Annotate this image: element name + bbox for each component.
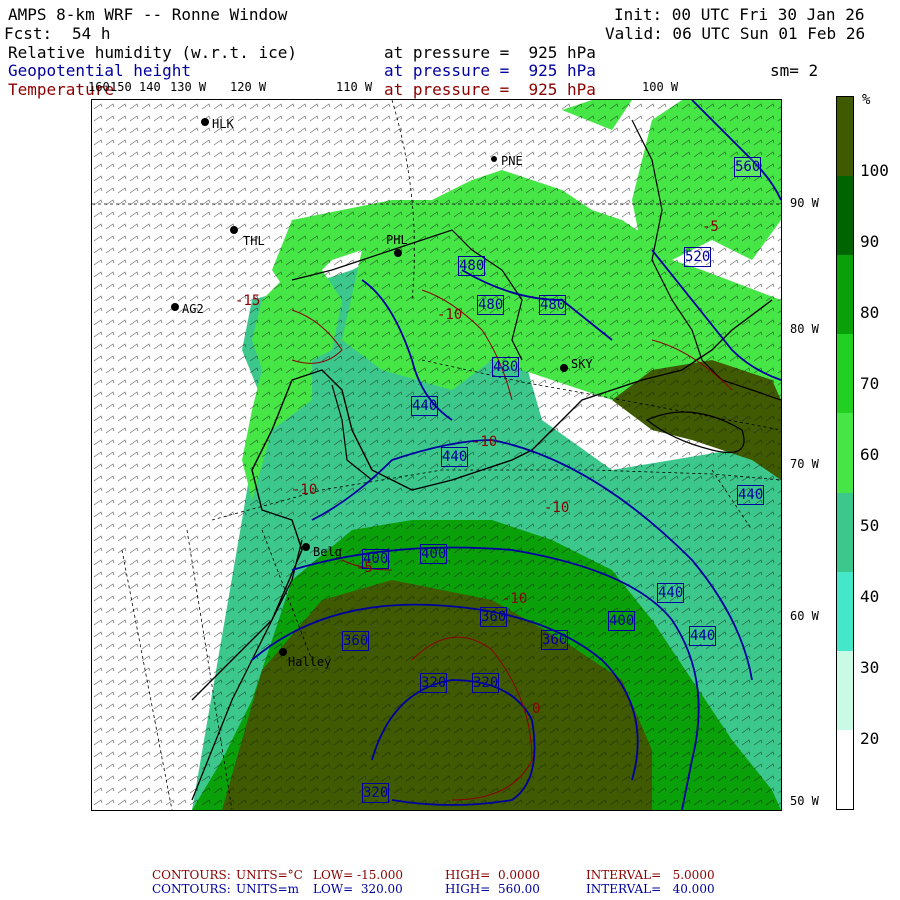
station-label-thl: THL: [243, 234, 265, 248]
lon-label-160: 160: [88, 80, 110, 94]
station-label-belg: Belg: [313, 545, 342, 559]
station-marker-pne: [491, 156, 497, 162]
height-label: 520: [684, 247, 712, 267]
temp-label: -10: [544, 500, 570, 516]
lat-label-70: 70 W: [790, 457, 819, 471]
map-canvas: [92, 100, 781, 810]
legend-tick-100: 100: [860, 161, 889, 180]
footer-temp-units: UNITS=°C: [236, 868, 303, 882]
lon-label-150: 150: [110, 80, 132, 94]
temp-label: -10: [437, 307, 463, 323]
smoothing-label: sm= 2: [770, 61, 819, 80]
lon-label-120: 120 W: [230, 80, 267, 94]
height-label: 480: [539, 295, 567, 315]
footer-temp-label: CONTOURS:: [152, 868, 231, 882]
temp-label: -10: [472, 434, 498, 450]
footer-temp-high: HIGH= 0.0000: [445, 868, 540, 882]
station-label-phl: PHL: [386, 233, 408, 247]
forecast-hour: 54 h: [72, 24, 111, 43]
height-label: 480: [492, 357, 520, 377]
station-marker-belg: [302, 543, 310, 551]
station-label-ag2: AG2: [182, 302, 204, 316]
legend-band: [837, 571, 853, 651]
height-label: 560: [734, 157, 762, 177]
height-label: 360: [541, 630, 569, 650]
station-marker-halley: [279, 648, 287, 656]
height-label: 360: [342, 631, 370, 651]
lat-label-60: 60 W: [790, 609, 819, 623]
map-title: AMPS 8-km WRF -- Ronne Window: [8, 5, 288, 24]
height-label: 320: [362, 783, 390, 803]
height-label: 440: [689, 626, 717, 646]
temp-label: -10: [292, 482, 318, 498]
temp-label: 0: [532, 701, 541, 717]
station-marker-ag2: [171, 303, 179, 311]
temp-label: -5: [356, 560, 373, 576]
legend-tick-20: 20: [860, 729, 880, 748]
field-level-height: at pressure = 925 hPa: [384, 61, 596, 80]
station-label-pne: PNE: [501, 154, 523, 168]
legend-band: [837, 413, 853, 493]
temp-label: -15: [235, 293, 261, 309]
legend-tick-40: 40: [860, 587, 880, 606]
lat-label-90: 90 W: [790, 196, 819, 210]
legend-band: [837, 97, 853, 177]
legend-band: [837, 255, 853, 335]
height-label: 360: [480, 607, 508, 627]
field-level-temp: at pressure = 925 hPa: [384, 80, 596, 99]
height-label: 440: [441, 447, 469, 467]
lon-label-140: 140: [139, 80, 161, 94]
legend-tick-30: 30: [860, 658, 880, 677]
color-legend: [836, 96, 854, 810]
height-label: 480: [458, 256, 486, 276]
footer-height-low: LOW= 320.00: [313, 882, 403, 896]
height-label: 400: [420, 544, 448, 564]
footer-temp-low: LOW= -15.000: [313, 868, 404, 882]
legend-tick-90: 90: [860, 232, 880, 251]
height-label: 320: [420, 673, 448, 693]
height-label: 440: [411, 396, 439, 416]
height-label: 440: [657, 583, 685, 603]
valid-time: Valid: 06 UTC Sun 01 Feb 26: [605, 24, 866, 43]
footer-height-units: UNITS=m: [236, 882, 300, 896]
height-label: 320: [472, 673, 500, 693]
legend-tick-50: 50: [860, 516, 880, 535]
legend-band: [837, 650, 853, 730]
legend-tick-80: 80: [860, 303, 880, 322]
map-panel[interactable]: HLK PNE THL PHL AG2 SKY Belg Halley 560 …: [91, 99, 782, 811]
station-marker-thl: [230, 226, 238, 234]
lat-label-50: 50 W: [790, 794, 819, 808]
station-marker-hlk: [201, 118, 209, 126]
field-name-height: Geopotential height: [8, 61, 192, 80]
legend-tick-60: 60: [860, 445, 880, 464]
legend-tick-70: 70: [860, 374, 880, 393]
field-name-rh: Relative humidity (w.r.t. ice): [8, 43, 297, 62]
init-time: Init: 00 UTC Fri 30 Jan 26: [614, 5, 865, 24]
field-level-rh: at pressure = 925 hPa: [384, 43, 596, 62]
lon-label-100: 100 W: [642, 80, 679, 94]
footer-temp-interval: INTERVAL= 5.0000: [586, 868, 715, 882]
legend-band: [837, 176, 853, 256]
legend-band: [837, 729, 853, 809]
footer-height-high: HIGH= 560.00: [445, 882, 540, 896]
temp-label: -5: [702, 219, 719, 235]
station-label-halley: Halley: [288, 655, 332, 669]
forecast-label: Fcst:: [4, 24, 53, 43]
station-marker-phl: [394, 249, 402, 257]
height-label: 400: [608, 611, 636, 631]
temp-label: -10: [502, 591, 528, 607]
legend-band: [837, 334, 853, 414]
station-marker-sky: [560, 364, 568, 372]
legend-band: [837, 492, 853, 572]
footer-height-interval: INTERVAL= 40.000: [586, 882, 715, 896]
lat-label-80: 80 W: [790, 322, 819, 336]
height-label: 480: [477, 295, 505, 315]
lon-label-110: 110 W: [336, 80, 373, 94]
legend-unit: %: [862, 92, 871, 108]
station-label-sky: SKY: [571, 357, 593, 371]
station-label-hlk: HLK: [212, 117, 234, 131]
lon-label-130: 130 W: [170, 80, 207, 94]
height-label: 440: [737, 485, 765, 505]
footer-height-label: CONTOURS:: [152, 882, 231, 896]
